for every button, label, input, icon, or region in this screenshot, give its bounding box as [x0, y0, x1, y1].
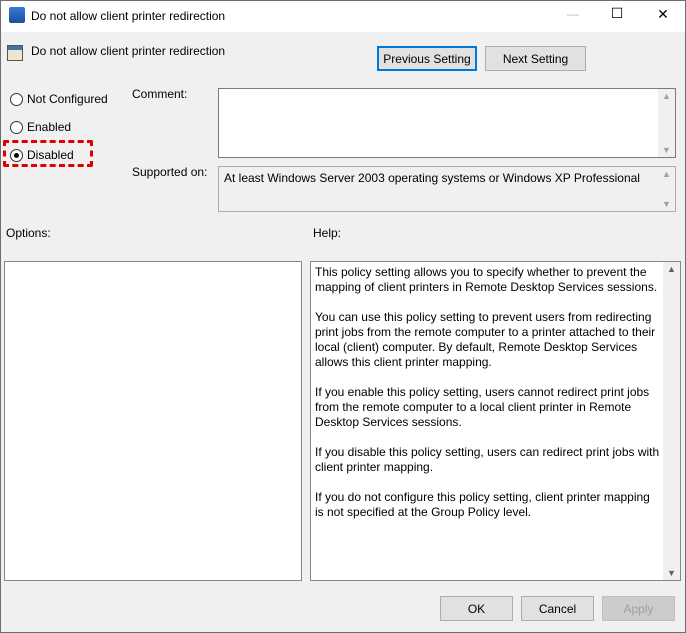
- radio-enabled[interactable]: Enabled: [10, 120, 71, 134]
- radio-not-configured[interactable]: Not Configured: [10, 92, 108, 106]
- radio-circle: [10, 92, 23, 106]
- policy-name: Do not allow client printer redirection: [31, 44, 226, 58]
- highlight-box: [3, 140, 93, 167]
- close-button[interactable]: ✕: [640, 6, 686, 23]
- window-title: Do not allow client printer redirection: [31, 9, 226, 23]
- previous-setting-button[interactable]: Previous Setting: [377, 46, 477, 71]
- help-label: Help:: [313, 226, 342, 240]
- ok-button[interactable]: OK: [440, 596, 513, 621]
- cancel-button[interactable]: Cancel: [521, 596, 594, 621]
- next-setting-button[interactable]: Next Setting: [485, 46, 586, 71]
- apply-button[interactable]: Apply: [602, 596, 675, 621]
- policy-icon: [7, 45, 23, 61]
- help-paragraph: You can use this policy setting to preve…: [315, 310, 656, 369]
- help-paragraph: If you disable this policy setting, user…: [315, 445, 660, 474]
- options-label: Options:: [6, 226, 51, 240]
- maximize-button[interactable]: ☐: [594, 5, 640, 22]
- supported-scrollbar[interactable]: ▲ ▼: [658, 167, 675, 211]
- help-paragraph: This policy setting allows you to specif…: [315, 265, 658, 294]
- help-paragraph: If you do not configure this policy sett…: [315, 490, 650, 519]
- help-paragraph: If you enable this policy setting, users…: [315, 385, 650, 429]
- supported-on-field: At least Windows Server 2003 operating s…: [218, 166, 676, 212]
- supported-on-label: Supported on:: [132, 165, 208, 179]
- help-panel: This policy setting allows you to specif…: [310, 261, 681, 581]
- title-bar: Do not allow client printer redirection …: [0, 0, 686, 32]
- radio-circle: [10, 120, 23, 134]
- options-panel: [4, 261, 302, 581]
- comment-scrollbar[interactable]: ▲ ▼: [658, 89, 675, 157]
- comment-label: Comment:: [132, 87, 188, 101]
- comment-textarea[interactable]: ▲ ▼: [218, 88, 676, 158]
- help-scrollbar[interactable]: ▲ ▼: [663, 262, 680, 580]
- minimize-button[interactable]: —: [550, 7, 596, 21]
- app-icon: [9, 7, 25, 23]
